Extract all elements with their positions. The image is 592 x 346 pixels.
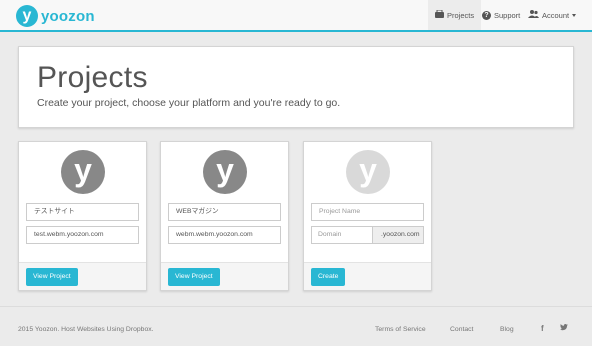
card-footer: Create [304, 262, 431, 290]
create-button[interactable]: Create [311, 268, 346, 286]
page-title: Projects [37, 61, 148, 94]
project-domain-field[interactable]: webm.webm.yoozon.com [168, 226, 281, 244]
domain-suffix: .yoozon.com [372, 226, 424, 244]
project-name-field[interactable]: テストサイト [26, 203, 139, 221]
card-footer: View Project [161, 262, 288, 290]
question-circle-icon: ? [482, 10, 491, 20]
chevron-down-icon [572, 13, 577, 17]
nav-account-dropdown[interactable]: Account [521, 0, 583, 30]
project-avatar: y [61, 150, 105, 194]
footer-link-blog[interactable]: Blog [500, 326, 514, 333]
project-name-field[interactable]: WEBマガジン [168, 203, 281, 221]
new-project-card: y Project Name Domain .yoozon.com Create [303, 141, 432, 291]
view-project-button[interactable]: View Project [26, 268, 78, 286]
top-navbar: y yoozon Projects ? Support Account [0, 0, 592, 32]
domain-input[interactable]: Domain [311, 226, 372, 244]
copyright-text: 2015 Yoozon. Host Websites Using Dropbox… [18, 326, 154, 333]
project-card: y テストサイト test.webm.yoozon.com View Proje… [18, 141, 147, 291]
facebook-icon[interactable]: f [541, 324, 544, 333]
brand-name: yoozon [41, 7, 95, 25]
domain-input-group: Domain .yoozon.com [311, 226, 424, 244]
nav-account-label: Account [542, 10, 570, 20]
new-project-avatar: y [346, 150, 390, 194]
view-project-button[interactable]: View Project [168, 268, 220, 286]
page-footer: 2015 Yoozon. Host Websites Using Dropbox… [0, 306, 592, 346]
project-domain-field[interactable]: test.webm.yoozon.com [26, 226, 139, 244]
brand-link[interactable]: y yoozon [16, 5, 95, 27]
footer-link-contact[interactable]: Contact [450, 326, 473, 333]
page-subtitle: Create your project, choose your platfor… [37, 97, 341, 109]
footer-link-terms[interactable]: Terms of Service [375, 326, 426, 333]
nav-support-label: Support [494, 10, 521, 20]
project-name-input[interactable]: Project Name [311, 203, 424, 221]
twitter-icon[interactable] [560, 324, 568, 333]
projects-header-panel: Projects Create your project, choose you… [18, 46, 574, 128]
nav-projects-label: Projects [447, 10, 475, 20]
projects-icon [435, 9, 444, 20]
card-footer: View Project [19, 262, 146, 290]
project-avatar: y [203, 150, 247, 194]
project-card: y WEBマガジン webm.webm.yoozon.com View Proj… [160, 141, 289, 291]
users-icon [528, 10, 539, 20]
nav-projects[interactable]: Projects [428, 0, 482, 30]
nav-support[interactable]: ? Support [475, 0, 527, 30]
brand-logo-icon: y [16, 5, 38, 27]
